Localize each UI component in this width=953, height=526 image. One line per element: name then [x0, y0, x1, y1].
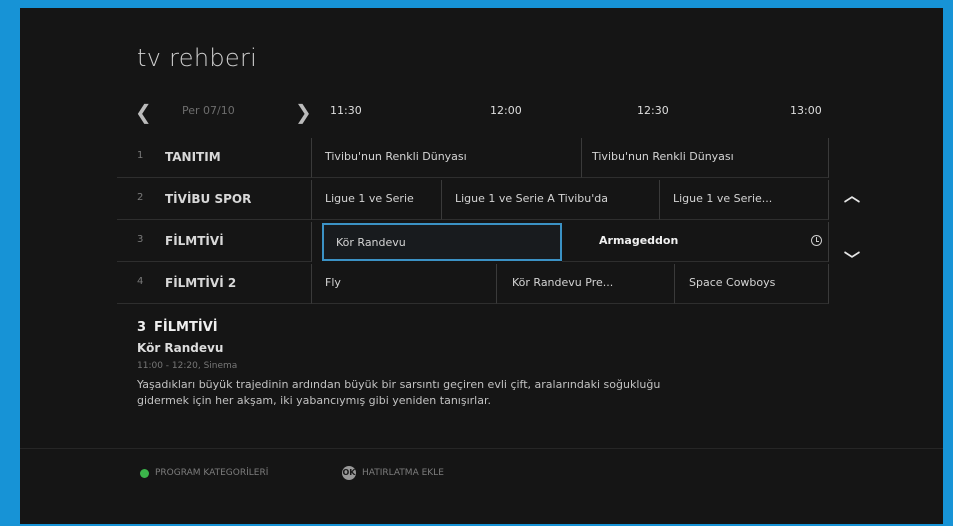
time-slot: 12:00 [490, 104, 522, 117]
channel-number: 4 [137, 276, 144, 287]
program-cell[interactable]: Tivibu'nun Renkli Dünyası [582, 138, 829, 178]
channel-name: TANITIM [165, 150, 221, 164]
program-cell[interactable]: Tivibu'nun Renkli Dünyası [312, 138, 582, 178]
time-slot: 13:00 [790, 104, 822, 117]
channel-row: 3 FİLMTİVİ Kör Randevu Armageddon [117, 222, 829, 262]
channel-row: 4 FİLMTİVİ 2 Fly Kör Randevu Pre... Spac… [117, 264, 829, 304]
details-channel-number: 3 [137, 320, 147, 335]
footer-divider [20, 448, 943, 449]
program-cell[interactable]: Ligue 1 ve Serie A Tivibu'da [442, 180, 660, 220]
scroll-up-chevron-icon[interactable]: ︿ [843, 182, 861, 205]
channel-cell[interactable]: 2 TİVİBU SPOR [117, 180, 312, 220]
channel-name: FİLMTİVİ [165, 234, 224, 248]
channel-cell[interactable]: 1 TANITIM [117, 138, 312, 178]
channel-number: 2 [137, 192, 144, 203]
program-categories-hint[interactable]: PROGRAM KATEGORİLERİ [155, 468, 268, 478]
program-cell-selected[interactable]: Kör Randevu [322, 223, 562, 261]
previous-day-arrow-icon[interactable]: ❮ [135, 100, 152, 124]
channel-row: 1 TANITIM Tivibu'nun Renkli Dünyası Tivi… [117, 138, 829, 178]
details-channel: 3 FİLMTİVİ [137, 320, 697, 335]
program-cell[interactable]: Fly [312, 264, 497, 304]
channel-name: TİVİBU SPOR [165, 192, 252, 206]
channel-number: 1 [137, 150, 144, 161]
details-time-genre: 11:00 - 12:20, Sinema [137, 361, 238, 371]
next-day-arrow-icon[interactable]: ❯ [295, 100, 312, 124]
page-title: tv rehberi [137, 44, 258, 72]
timeline-header: ❮ Per 07/10 ❯ 11:30 12:00 12:30 13:00 [117, 96, 829, 130]
program-cell[interactable]: Ligue 1 ve Serie... [660, 180, 829, 220]
current-date: Per 07/10 [182, 104, 235, 117]
add-reminder-hint[interactable]: HATIRLATMA EKLE [362, 468, 444, 478]
tv-guide-screen: tv rehberi ❮ Per 07/10 ❯ 11:30 12:00 12:… [20, 8, 943, 524]
channel-row: 2 TİVİBU SPOR Ligue 1 ve Serie Ligue 1 v… [117, 180, 829, 220]
details-description: Yaşadıkları büyük trajedinin ardından bü… [137, 378, 661, 407]
program-title: Armageddon [599, 234, 679, 247]
program-details: 3 FİLMTİVİ Kör Randevu 11:00 - 12:20, Sin… [137, 320, 697, 409]
program-cell[interactable]: Armageddon [562, 222, 829, 262]
green-button-icon [140, 469, 149, 478]
program-cell[interactable]: Space Cowboys [675, 264, 829, 304]
channel-name: FİLMTİVİ 2 [165, 276, 237, 290]
channel-cell[interactable]: 3 FİLMTİVİ [117, 222, 312, 262]
reminder-clock-icon [811, 235, 822, 246]
ok-button-icon: OK [342, 466, 356, 480]
program-cell[interactable]: Kör Randevu Pre... [497, 264, 675, 304]
scroll-down-chevron-icon[interactable]: ﹀ [843, 246, 861, 269]
time-slot: 12:30 [637, 104, 669, 117]
details-channel-name: FİLMTİVİ [154, 320, 218, 335]
time-slot: 11:30 [330, 104, 362, 117]
channel-number: 3 [137, 234, 144, 245]
details-program-title: Kör Randevu [137, 341, 224, 355]
channel-cell[interactable]: 4 FİLMTİVİ 2 [117, 264, 312, 304]
program-cell[interactable]: Ligue 1 ve Serie [312, 180, 442, 220]
